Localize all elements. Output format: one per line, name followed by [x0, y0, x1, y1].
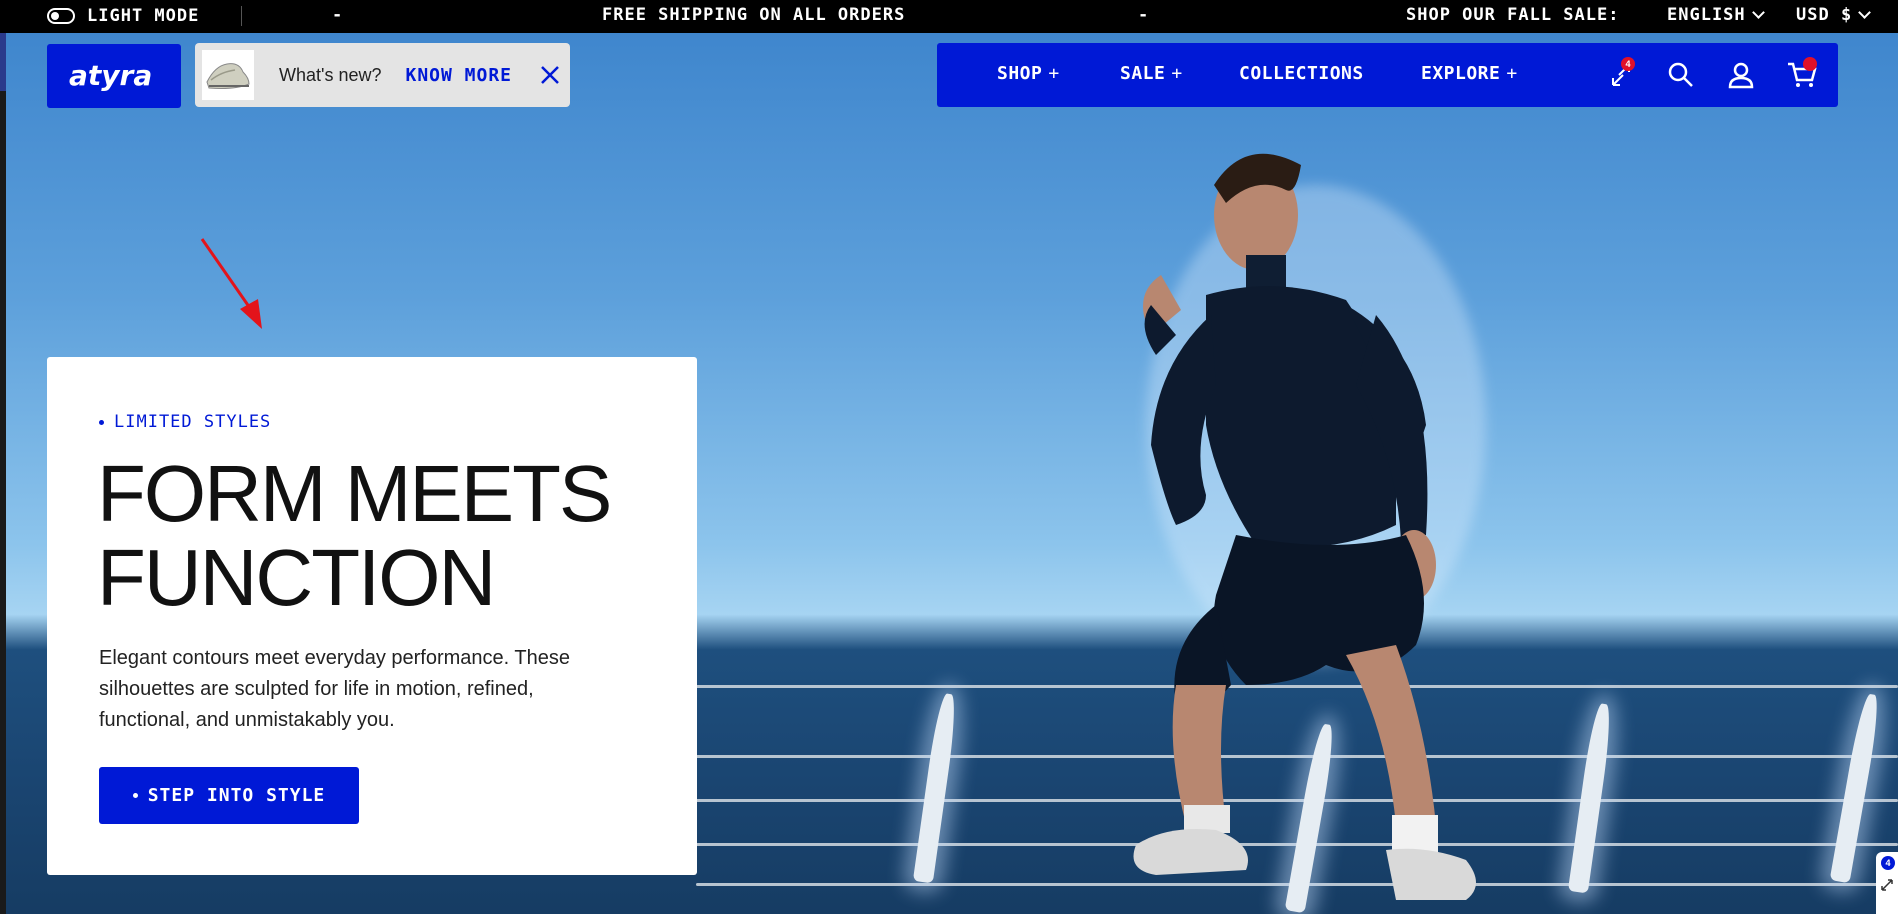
- chevron-down-icon: [1858, 6, 1872, 19]
- separator-dash: -: [1138, 5, 1150, 25]
- svg-text:atyra: atyra: [69, 59, 152, 92]
- compare-count-badge: 4: [1621, 57, 1635, 71]
- main-navigation: SHOP + SALE + COLLECTIONS EXPLORE + 4: [937, 43, 1838, 107]
- hero-card: LIMITED STYLES FORM MEETS FUNCTION Elega…: [47, 357, 697, 875]
- cart-button[interactable]: [1787, 57, 1817, 94]
- light-mode-toggle[interactable]: LIGHT MODE: [47, 6, 199, 26]
- nav-item-collections[interactable]: COLLECTIONS: [1239, 63, 1364, 84]
- headline-line-2: FUNCTION: [97, 533, 496, 622]
- runner-figure: [1133, 153, 1486, 900]
- hero-eyebrow: LIMITED STYLES: [99, 412, 271, 432]
- nav-shop-label: SHOP: [997, 63, 1043, 84]
- headline-line-1: FORM MEETS: [97, 449, 612, 538]
- light-mode-label: LIGHT MODE: [87, 6, 200, 26]
- whats-new-text: What's new?: [279, 64, 382, 85]
- account-button[interactable]: [1727, 61, 1755, 94]
- cart-dot-badge: [1803, 57, 1817, 71]
- close-icon[interactable]: [540, 65, 560, 85]
- chevron-down-icon: [1751, 6, 1765, 19]
- compare-widget-badge: 4: [1881, 856, 1895, 870]
- sneaker-icon: [206, 63, 250, 89]
- toggle-switch-icon: [47, 8, 75, 24]
- currency-label: USD $: [1796, 5, 1853, 25]
- search-icon: [1668, 62, 1693, 87]
- hero-headline: FORM MEETS FUNCTION: [97, 452, 657, 620]
- compare-icon: [1881, 879, 1893, 891]
- step-into-style-button[interactable]: STEP INTO STYLE: [99, 767, 359, 824]
- annotation-arrow-icon: [200, 238, 262, 329]
- plus-icon: +: [1506, 63, 1518, 84]
- plus-icon: +: [1048, 63, 1060, 84]
- compare-button[interactable]: 4: [1609, 57, 1635, 94]
- nav-item-explore[interactable]: EXPLORE +: [1421, 63, 1518, 84]
- compare-widget[interactable]: 4: [1876, 852, 1898, 914]
- free-shipping-text: FREE SHIPPING ON ALL ORDERS: [602, 5, 906, 25]
- search-button[interactable]: [1667, 61, 1695, 94]
- brand-logo[interactable]: atyra: [47, 44, 181, 108]
- atyra-logo-icon: atyra: [69, 59, 152, 92]
- currency-selector[interactable]: USD $: [1796, 5, 1872, 25]
- nav-collections-label: COLLECTIONS: [1239, 63, 1364, 84]
- account-icon: [1728, 62, 1754, 89]
- language-label: ENGLISH: [1667, 5, 1746, 25]
- language-selector[interactable]: ENGLISH: [1667, 5, 1765, 25]
- know-more-link[interactable]: KNOW MORE: [405, 65, 512, 86]
- plus-icon: +: [1171, 63, 1183, 84]
- separator-dash: -: [332, 5, 344, 25]
- nav-sale-label: SALE: [1120, 63, 1166, 84]
- fall-sale-text[interactable]: SHOP OUR FALL SALE: 30% OFF: [1406, 5, 1624, 25]
- sneaker-thumbnail[interactable]: [202, 50, 254, 100]
- announcement-bar: LIGHT MODE - FREE SHIPPING ON ALL ORDERS…: [0, 0, 1898, 33]
- nav-item-shop[interactable]: SHOP +: [997, 63, 1060, 84]
- divider: [241, 6, 242, 26]
- railing-post: [912, 692, 960, 884]
- nav-item-sale[interactable]: SALE +: [1120, 63, 1183, 84]
- hero-description: Elegant contours meet everyday performan…: [99, 647, 570, 731]
- nav-explore-label: EXPLORE: [1421, 63, 1501, 84]
- whats-new-banner: What's new? KNOW MORE: [195, 43, 570, 107]
